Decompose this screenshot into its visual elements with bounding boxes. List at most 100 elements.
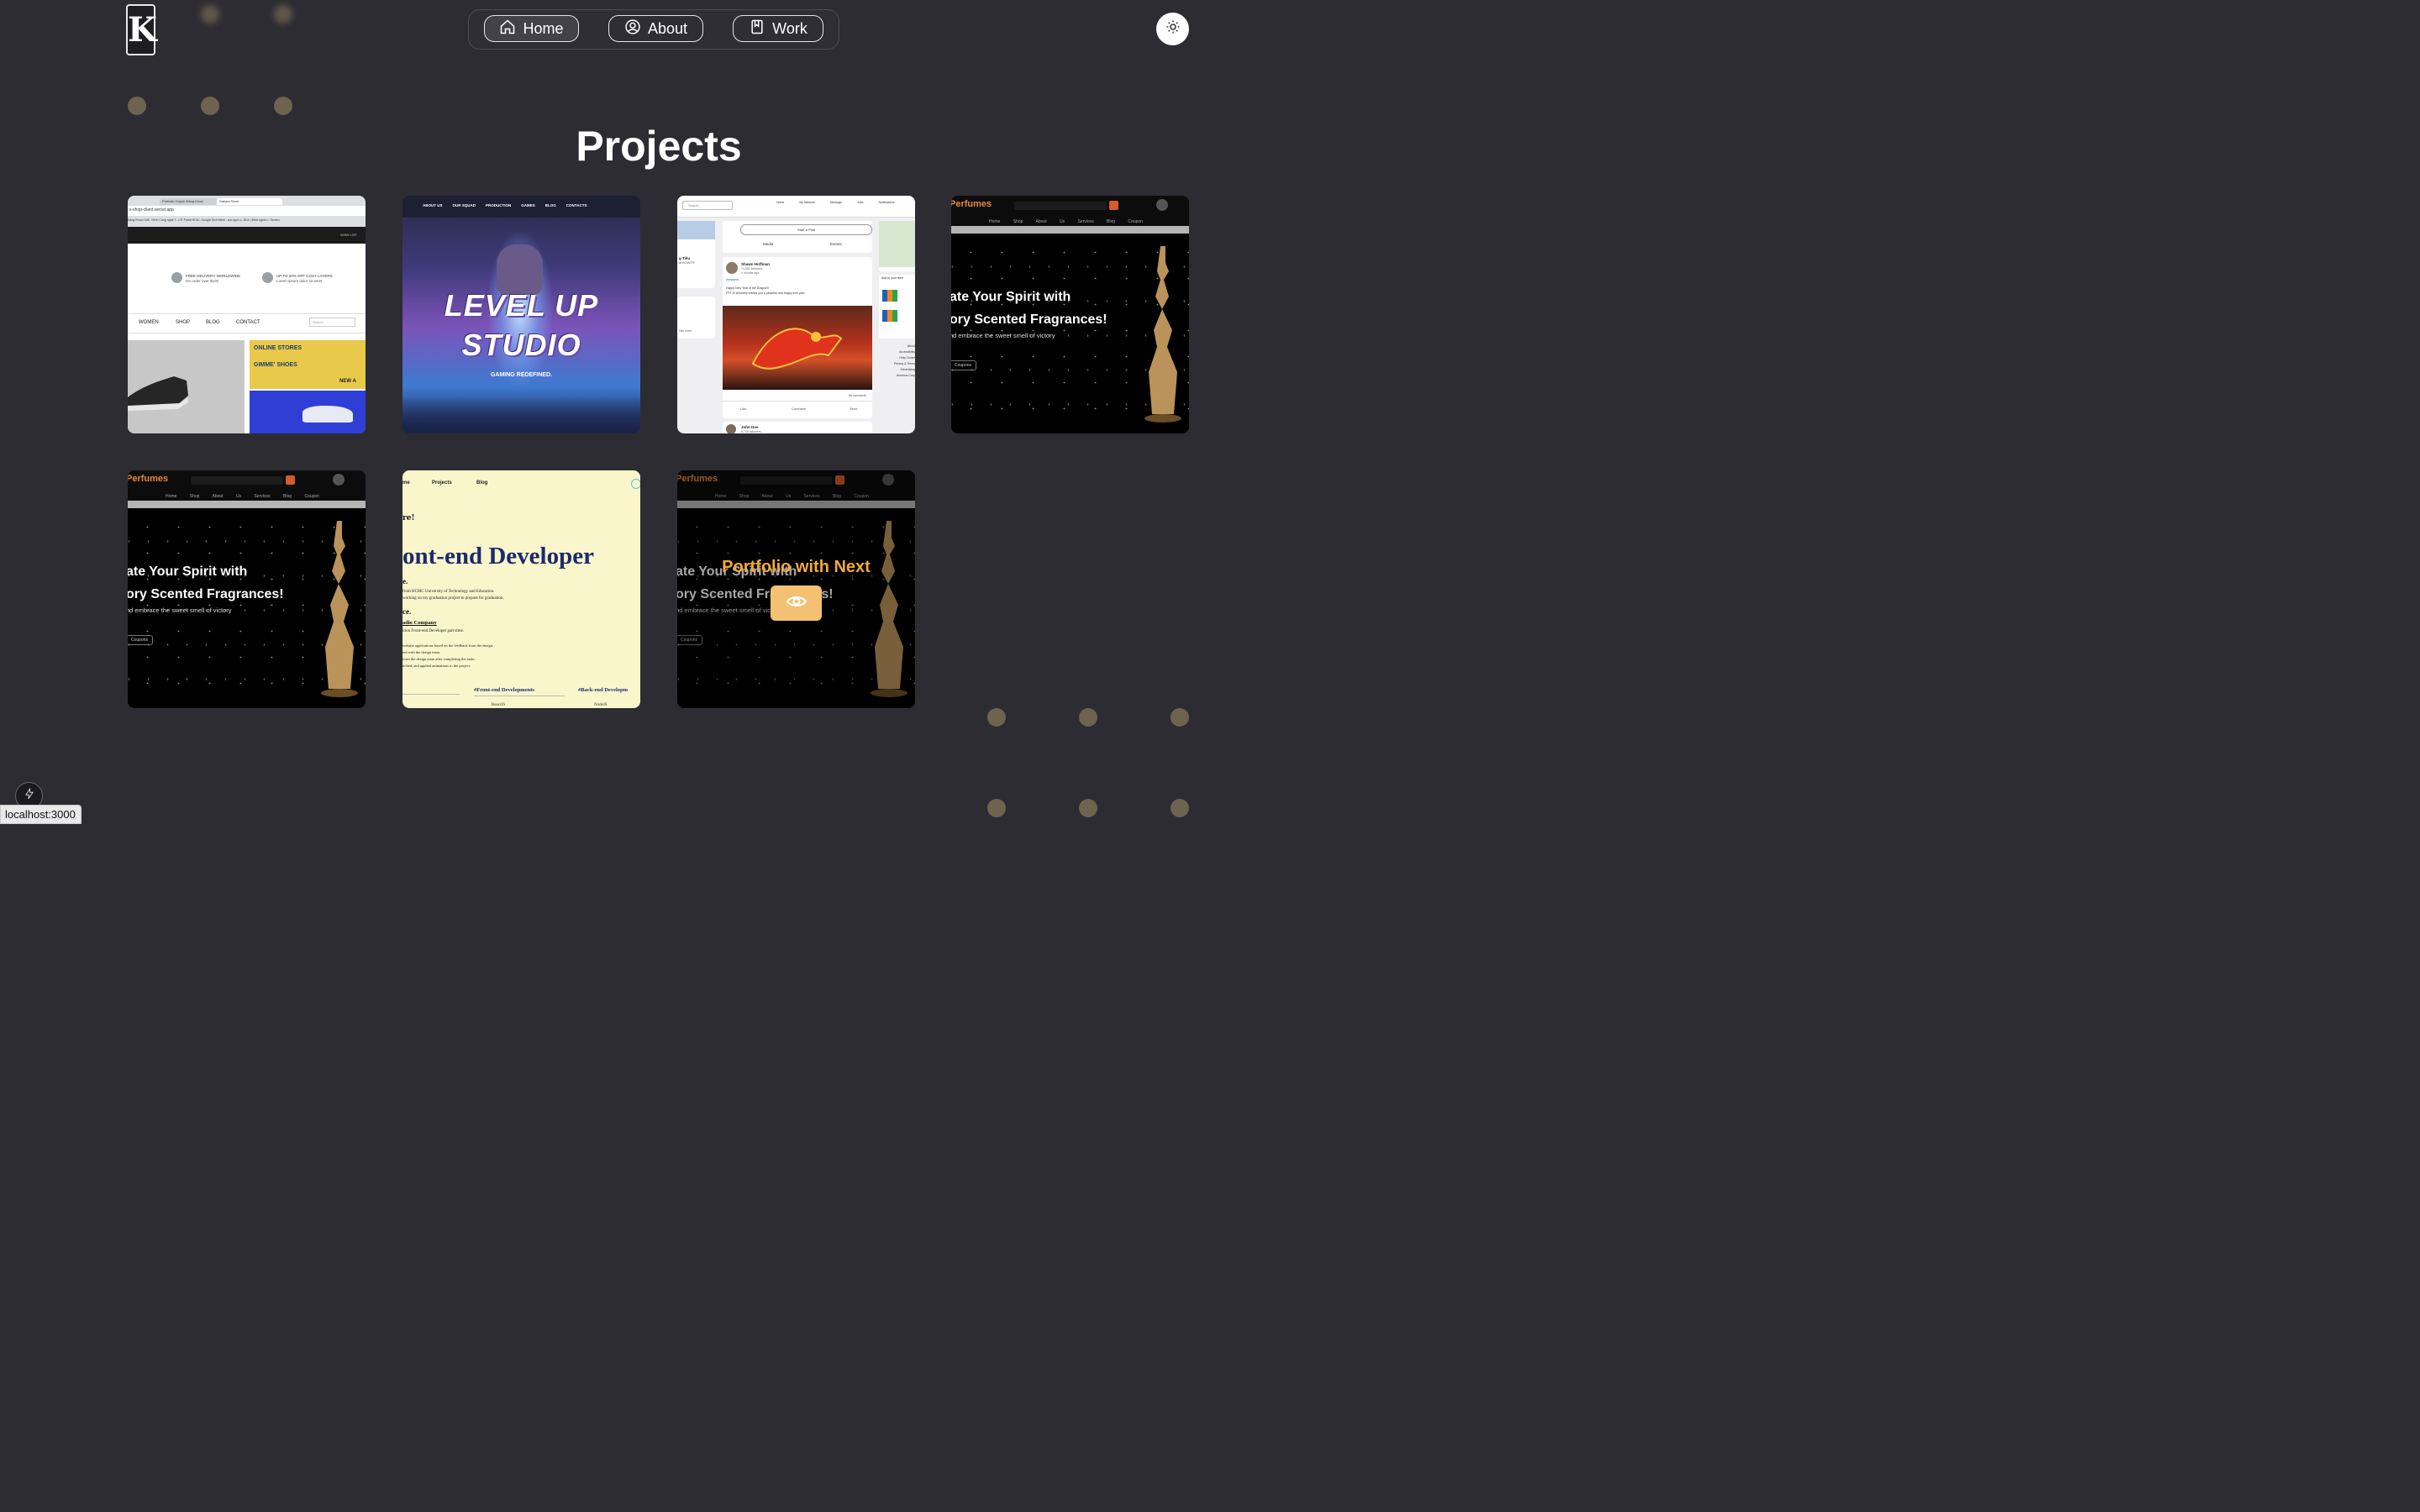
footer-link: About (907, 344, 915, 348)
project-card-perfumes[interactable]: Perfumes Home Shop About Us Services Blo… (128, 470, 366, 708)
footer-link: Advertising (900, 368, 915, 371)
decor-dot (987, 799, 1006, 817)
theme-toggle-button[interactable] (1156, 13, 1189, 45)
experience-heading: ce. (402, 607, 412, 616)
skills-section-heading: #Front-end Developments (474, 687, 534, 693)
decor-dot (987, 708, 1006, 727)
project-card-perfumes[interactable]: Perfumes Home Shop About Us Services Blo… (951, 196, 1189, 433)
nav-home-label: Home (523, 19, 564, 37)
project-card-level-up-studio[interactable]: ABOUT US OUR SQUAD PRODUCTION GAMES BLOG… (402, 196, 640, 433)
banner-text: GIMME' SHOES (254, 362, 297, 368)
skill-item: ReactJS (492, 703, 506, 707)
project-thumbnail: Portfolio Huỳnh Đăng Khoa Sakara Store s… (128, 196, 366, 433)
decor-dot (1171, 708, 1189, 727)
menu-item: BLOG (206, 320, 220, 325)
post-text: FPT IS sincerely wishes you a peaceful a… (726, 291, 806, 295)
media-button: Media (763, 242, 774, 246)
menu-item: PRODUCTION (486, 203, 512, 207)
wishlist-link: WISH LIST (339, 233, 357, 237)
hero-headline-line2: ory Scented Fragrances! (951, 312, 1107, 327)
intro-heading: e. (402, 577, 408, 585)
shop-search: Search (309, 318, 355, 327)
project-card-shoe-store[interactable]: Portfolio Huỳnh Đăng Khoa Sakara Store s… (128, 196, 366, 433)
browser-url: s-shop-client.vercel.app (129, 207, 174, 213)
project-card-social-network[interactable]: Search Home My Network Message Jobs Noti… (677, 196, 915, 433)
greeting-text: re! (402, 514, 415, 522)
nav-about-label: About (647, 19, 688, 37)
coupons-button: Coupons (951, 360, 977, 370)
hero-subtext: nd embrace the sweet smell of victory (951, 332, 1055, 339)
project-thumbnail: ABOUT US OUR SQUAD PRODUCTION GAMES BLOG… (402, 196, 640, 433)
project-title: Portfolio with Next (722, 558, 871, 576)
site-logo[interactable]: K (126, 4, 157, 55)
experience-bullet: ted with the design team. (402, 650, 441, 654)
menu-item: ABOUT US (423, 203, 443, 207)
book-icon (749, 18, 765, 39)
see-more-link: See more (679, 329, 692, 333)
nav-work-label: Work (772, 19, 808, 37)
user-circle-icon (624, 18, 641, 39)
menu-item: BLOG (544, 203, 556, 207)
start-post-button: Start a Post (740, 224, 872, 235)
social-nav-item: Notifications (878, 201, 895, 204)
social-nav-item: My Network (799, 201, 815, 204)
browser-tab: Portfolio Huỳnh Đăng Khoa (160, 198, 217, 205)
promo-title: UP TO 20% OFF COSY LAYERS (276, 274, 333, 278)
eye-icon (786, 591, 808, 617)
project-thumbnail: Perfumes Home Shop About Us Services Blo… (951, 196, 1189, 433)
project-hover-overlay: Portfolio with Next (677, 470, 915, 708)
add-feed-heading: Add to your feed (881, 276, 903, 280)
hero-title-line1: LEVEL UP (444, 288, 599, 323)
portfolio-nav-item: Projects (432, 480, 452, 486)
decor-dot (201, 97, 219, 115)
intro-text: from HCMC University of Technology and E… (402, 590, 495, 594)
sun-icon (1165, 19, 1181, 39)
browser-tab: Sakara Store (217, 198, 282, 205)
banner-text: NEW A (339, 379, 356, 384)
view-project-button[interactable] (771, 585, 822, 621)
footer-link: Privacy & Terms (893, 362, 915, 365)
coupons-button: Coupons (128, 635, 154, 645)
project-thumbnail: Search Home My Network Message Jobs Noti… (677, 196, 915, 433)
menu-item: GAMES (521, 203, 535, 207)
skills-section-heading: #Back-end Developm (578, 687, 629, 693)
banner-text: ONLINE STORES (254, 345, 302, 351)
promo-sub: Lorem ipsum dolor sit amet (276, 279, 323, 283)
hero-headline-line1: ate Your Spirit with (128, 564, 248, 579)
nav-work-button[interactable]: Work (733, 15, 823, 42)
experience-bullet: from the design team after completing th… (402, 657, 476, 661)
footer-link: Accessibility (898, 350, 915, 354)
menu-item: CONTACTS (566, 203, 587, 207)
lightning-icon (24, 787, 35, 804)
shoe-image (128, 376, 188, 411)
menu-item: OUR SQUAD (452, 203, 476, 207)
company-role: ition Front-end Developer part-time. (402, 629, 465, 633)
profile-name: g Tiêu (679, 256, 691, 260)
hero-subtext: nd embrace the sweet smell of victory (128, 606, 232, 614)
promo-sub: On order over $100 (186, 279, 219, 283)
nav-about-button[interactable]: About (608, 15, 703, 42)
nav-home-button[interactable]: Home (484, 15, 579, 42)
perfume-brand: Perfumes (951, 199, 992, 209)
menu-item: CONTACT (236, 320, 260, 325)
hero-tagline: GAMING REDEFINED. (490, 372, 553, 378)
project-card-portfolio-with-next[interactable]: Perfumes Home Shop About Us Services Blo… (677, 470, 915, 708)
home-icon (499, 18, 516, 39)
perfume-menu: Home Shop About Us Services Blog Coupon (989, 219, 1143, 224)
post-text: Happy New Year of the Dragon!!! (726, 286, 770, 290)
send-action: Send (850, 407, 858, 411)
project-card-dev-portfolio[interactable]: me Projects Blog re! ont-end Developer e… (402, 470, 640, 708)
portfolio-nav-item: me (402, 480, 410, 486)
experience-bullet: website applications based on the feedba… (402, 643, 494, 648)
post-followers: 8,745 followers (741, 430, 761, 433)
promo-title: FREE DELIVERY WORLDWIDE (186, 274, 241, 278)
social-nav-item: Message (829, 201, 843, 204)
page-title: Projects (576, 123, 742, 170)
decor-dot (274, 97, 292, 115)
comments-count: 86 comments (849, 394, 867, 397)
decor-dot (128, 97, 146, 115)
role-title: ont-end Developer (402, 543, 594, 570)
menu-item: SHOP (176, 320, 191, 325)
dragon-image (751, 328, 843, 370)
hero-headline-line2: ory Scented Fragrances! (128, 587, 284, 601)
